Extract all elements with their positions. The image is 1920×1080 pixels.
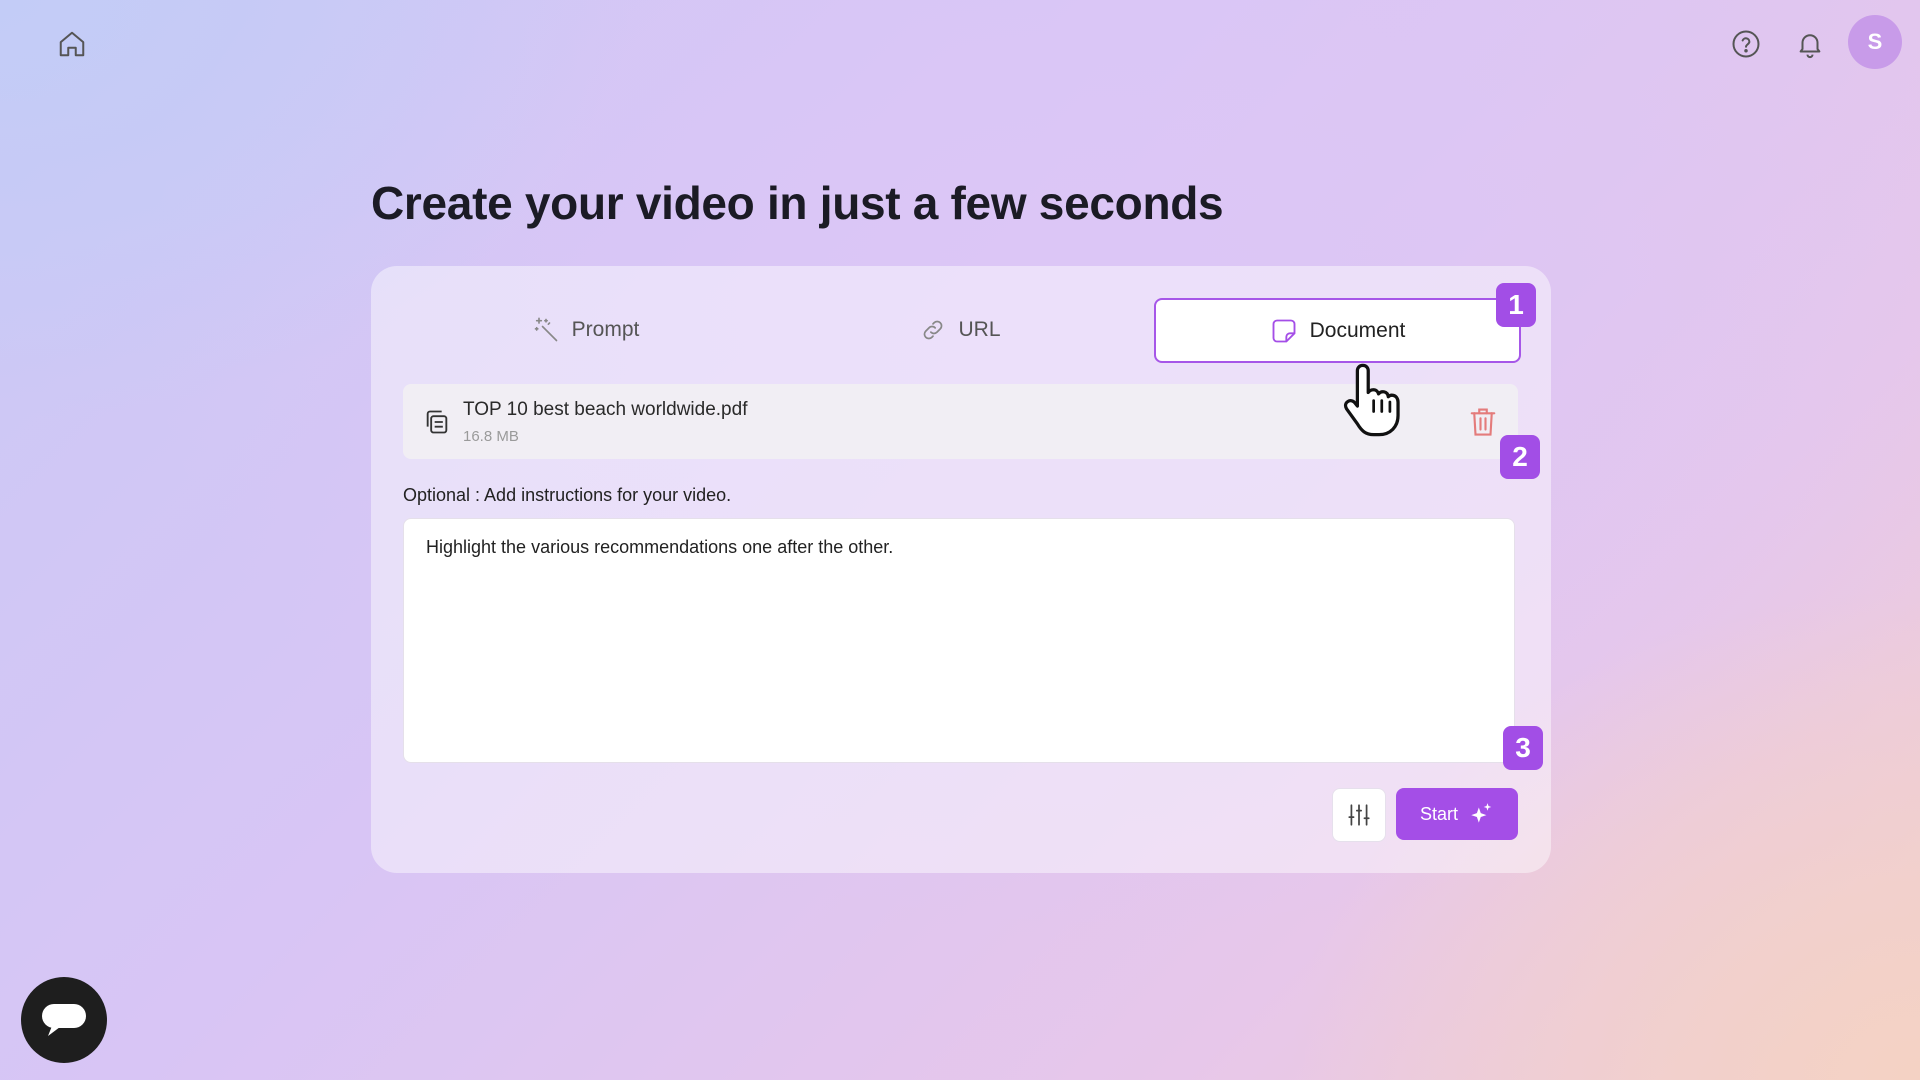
tab-document-label: Document <box>1309 318 1406 342</box>
settings-button[interactable] <box>1332 788 1386 842</box>
file-size: 16.8 MB <box>463 428 519 445</box>
tab-document[interactable]: Document <box>1154 298 1521 363</box>
file-name: TOP 10 best beach worldwide.pdf <box>463 399 748 420</box>
trash-icon[interactable] <box>1468 405 1498 439</box>
instructions-label: Optional : Add instructions for your vid… <box>403 485 732 505</box>
tab-prompt[interactable]: Prompt <box>403 298 768 362</box>
step-badge-3: 3 <box>1503 726 1543 770</box>
instructions-textarea[interactable]: Highlight the various recommendations on… <box>403 518 1515 763</box>
start-label: Start <box>1419 803 1458 824</box>
page-title: Create your video in just a few seconds <box>371 177 1224 229</box>
home-button[interactable] <box>50 22 94 66</box>
tab-url-label: URL <box>958 318 1001 341</box>
uploaded-file-row <box>403 384 1518 459</box>
help-circle-icon <box>1732 30 1760 58</box>
step-badge-2: 2 <box>1500 435 1540 479</box>
home-icon <box>59 31 85 57</box>
avatar[interactable]: S <box>1848 15 1902 69</box>
chat-button[interactable] <box>21 977 107 1063</box>
tab-url[interactable]: URL <box>778 298 1143 362</box>
document-icon <box>1272 319 1296 342</box>
help-button[interactable] <box>1722 20 1770 68</box>
file-copy-icon <box>426 410 448 434</box>
chat-bubble-icon <box>42 1004 86 1036</box>
link-icon <box>924 320 943 340</box>
step-badge-1: 1 <box>1496 283 1536 327</box>
start-button[interactable]: Start <box>1396 788 1518 840</box>
sliders-icon <box>1348 804 1370 826</box>
magic-wand-icon <box>534 317 557 342</box>
sparkles-icon <box>1471 803 1492 823</box>
tab-prompt-label: Prompt <box>571 318 640 341</box>
notifications-button[interactable] <box>1786 20 1834 68</box>
bell-icon <box>1799 34 1821 59</box>
